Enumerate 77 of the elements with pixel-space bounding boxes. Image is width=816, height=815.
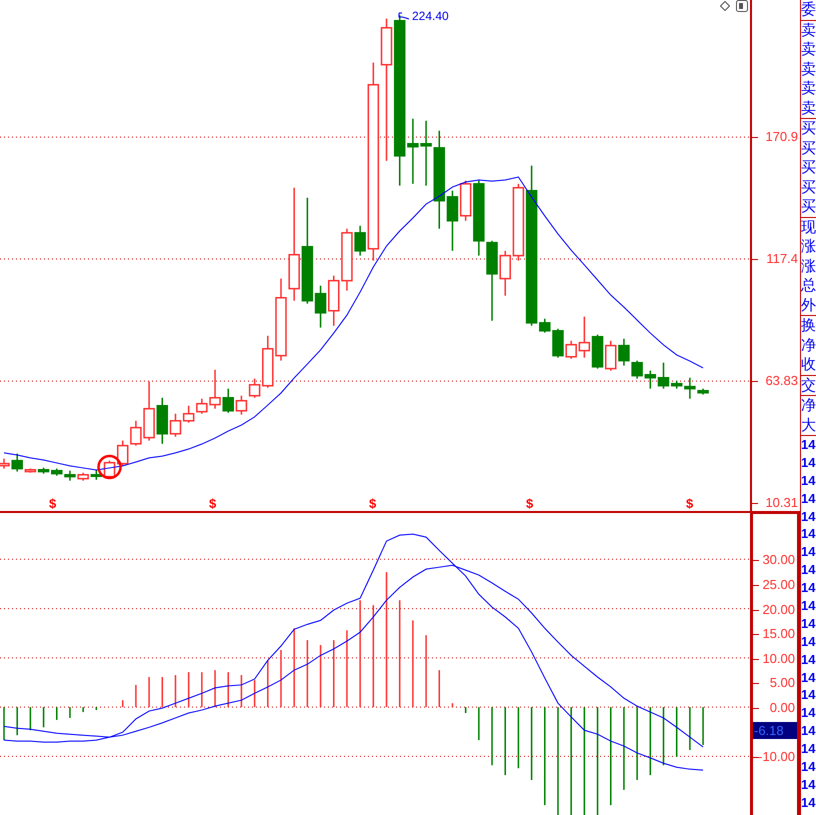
side-panel-label: 涨 — [801, 256, 816, 276]
candlestick — [248, 378, 260, 398]
side-panel-value: 14 — [801, 490, 816, 508]
side-panel-value: 14 — [801, 776, 816, 794]
diamond-icon[interactable] — [720, 1, 730, 11]
candlestick — [420, 120, 432, 186]
side-panel-value: 14 — [801, 543, 816, 562]
side-panel-value: 14 — [801, 704, 816, 722]
side-panel-label: 净 — [801, 396, 816, 416]
side-panel-label: 换 — [801, 316, 816, 336]
highlight-circle — [97, 454, 122, 480]
side-panel-label: 卖 — [801, 60, 816, 79]
candlestick — [328, 276, 340, 326]
candlestick — [182, 406, 194, 423]
side-panel-label: 卖 — [801, 40, 816, 60]
side-panel-value: 14 — [801, 508, 816, 526]
current-value-label: -6.18 — [753, 722, 797, 740]
signal-mark: $ — [49, 497, 56, 511]
side-panel-value: 14 — [801, 668, 816, 686]
side-panel-label: 大 — [801, 416, 816, 435]
high-price-label: 224.40 — [412, 9, 449, 23]
side-panel-label: 委 — [801, 0, 816, 20]
candlestick — [578, 316, 590, 358]
macd-axis-label: 20.00 — [762, 602, 795, 617]
macd-axis-label: 10.00 — [762, 652, 795, 666]
macd-axis-label: 15.00 — [762, 627, 795, 642]
side-panel-label: 涨 — [801, 237, 816, 256]
side-panel-value: 14 — [801, 561, 816, 580]
macd-axis-label: 0.00 — [770, 701, 795, 716]
side-panel-label: 买 — [801, 138, 816, 158]
side-panel-label: 交 — [801, 376, 816, 395]
candlestick — [51, 468, 62, 476]
side-panel-value: 14 — [801, 650, 816, 669]
candlestick — [407, 118, 419, 184]
price-axis-label: 170.9 — [765, 130, 798, 144]
signal-mark: $ — [369, 497, 376, 511]
side-panel-value: 14 — [801, 579, 816, 598]
candlestick — [77, 472, 89, 481]
side-panel-label: 卖 — [801, 79, 816, 98]
macd-axis-label: 5.00 — [770, 676, 795, 690]
side-panel-value: 14 — [801, 686, 816, 704]
side-panel-value: 14 — [801, 722, 816, 740]
macd-axis-label: -10.00 — [758, 750, 795, 764]
side-panel-label: 卖 — [801, 98, 816, 118]
side-panel-value: 14 — [801, 632, 816, 651]
signal-mark: $ — [526, 497, 534, 511]
side-panel-label: 买 — [801, 158, 816, 178]
macd-axis-label: 30.00 — [762, 553, 795, 568]
macd-axis-label: 25.00 — [762, 578, 795, 592]
signal-mark: $ — [209, 497, 216, 511]
side-panel-label: 买 — [801, 197, 816, 216]
price-axis-label: 117.4 — [766, 252, 798, 266]
side-panel-label: 买 — [801, 178, 816, 197]
side-panel-value: 14 — [801, 597, 816, 615]
side-panel-value: 14 — [801, 794, 816, 812]
price-axis-label: 63.83 — [765, 374, 798, 388]
pointer-arrow-icon — [398, 12, 410, 20]
candlestick — [236, 396, 248, 415]
signal-mark: $ — [686, 497, 694, 511]
side-panel-value: 14 — [801, 472, 816, 490]
side-panel-value: 14 — [801, 758, 816, 776]
side-panel-label: 现 — [801, 218, 816, 237]
side-panel-value: 14 — [801, 525, 816, 544]
side-panel-label: 总 — [801, 276, 816, 296]
side-panel-value: 14 — [801, 740, 816, 758]
side-panel-value: 14 — [801, 436, 816, 454]
side-panel-label: 买 — [801, 119, 816, 138]
side-panel-label: 收 — [801, 355, 816, 374]
side-panel-value: 14 — [801, 614, 816, 633]
side-panel-label: 外 — [801, 296, 816, 315]
side-panel-label: 卖 — [801, 20, 816, 40]
candlestick — [592, 334, 604, 369]
side-panel-label: 净 — [801, 336, 816, 355]
panel-toggle-icon[interactable] — [736, 0, 748, 12]
side-panel-value: 14 — [801, 454, 816, 472]
price-axis-label: 10.31 — [765, 496, 798, 510]
candlestick — [605, 340, 616, 371]
